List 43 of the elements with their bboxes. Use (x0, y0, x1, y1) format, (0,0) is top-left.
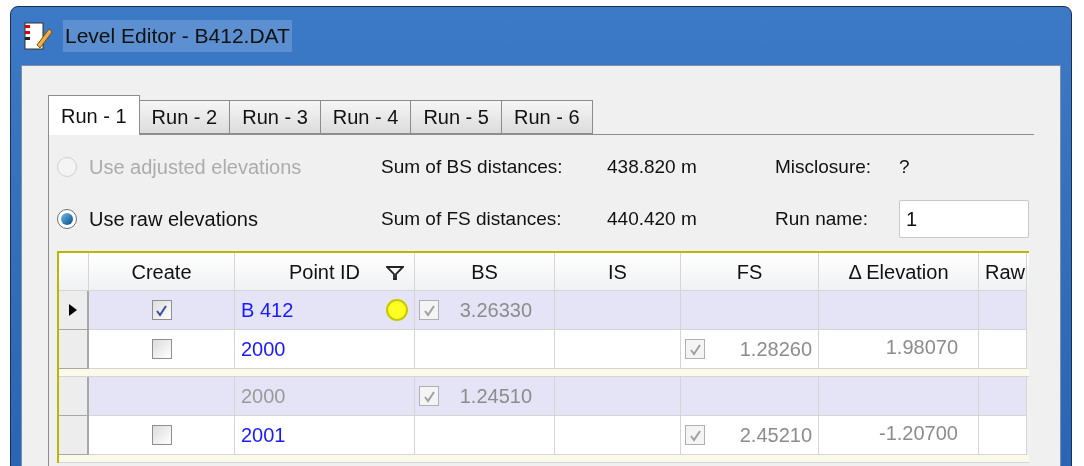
stat-label: Run name: (775, 206, 869, 231)
stat-label: Misclosure: (775, 154, 873, 179)
radio-label: Use raw elevations (89, 207, 258, 232)
bs-value: 3.26330 (459, 298, 533, 323)
fs-value: 1.28260 (739, 337, 813, 362)
checkbox[interactable] (151, 300, 172, 320)
checkbox[interactable] (685, 339, 705, 359)
checkbox[interactable] (419, 386, 439, 406)
checkbox[interactable] (151, 425, 172, 445)
tab[interactable]: Run - 1 (48, 95, 140, 135)
stat-value: 440.420 m (607, 206, 698, 231)
check-icon (688, 428, 702, 442)
fs-value: 2.45210 (739, 423, 813, 448)
app-icon (23, 21, 53, 51)
check-icon (422, 303, 436, 317)
run-name-field[interactable]: 1 (899, 200, 1029, 238)
point-id[interactable]: 2001 (241, 420, 286, 450)
radio-button[interactable] (57, 209, 77, 229)
stat-value: 438.820 m (607, 154, 698, 179)
checkbox[interactable] (151, 339, 172, 359)
check-icon (422, 389, 436, 403)
filter-icon[interactable] (386, 266, 404, 280)
checkbox[interactable] (419, 300, 439, 320)
tab[interactable]: Run - 5 (410, 100, 502, 134)
current-row-icon (69, 304, 77, 316)
point-id[interactable]: B 412 (241, 295, 294, 325)
misclosure-value: ? (899, 154, 910, 179)
elevation-value: -1.20700 (879, 421, 958, 446)
tab[interactable]: Run - 6 (500, 100, 593, 134)
check-icon (688, 342, 702, 356)
check-icon (155, 303, 168, 317)
window-title: Level Editor - B412.DAT (63, 20, 292, 52)
row-header[interactable] (59, 291, 89, 330)
tab[interactable]: Run - 3 (229, 100, 321, 134)
elevation-value: 1.98070 (885, 335, 958, 360)
bs-value: 1.24510 (459, 384, 533, 409)
radio-label: Use adjusted elevations (89, 155, 302, 180)
point-id[interactable]: 2000 (241, 334, 286, 364)
tab[interactable]: Run - 4 (319, 100, 412, 134)
tab[interactable]: Run - 2 (138, 100, 231, 134)
stat-label: Sum of BS distances: (381, 154, 564, 179)
checkbox[interactable] (685, 425, 705, 445)
stat-label: Sum of FS distances: (381, 206, 563, 231)
